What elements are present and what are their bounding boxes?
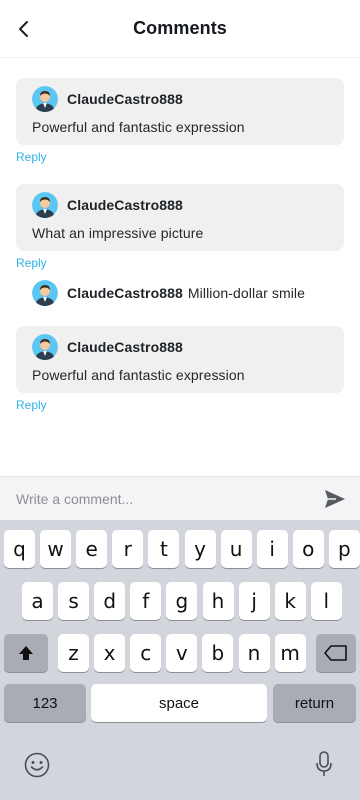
send-icon: [325, 490, 345, 508]
key-h[interactable]: h: [202, 582, 234, 620]
microphone-button[interactable]: [314, 750, 334, 783]
key-k[interactable]: k: [274, 582, 306, 620]
key-o[interactable]: o: [292, 530, 324, 568]
reply-link[interactable]: Reply: [16, 150, 47, 164]
comment-header: ClaudeCastro888: [32, 192, 328, 218]
avatar[interactable]: [32, 280, 58, 306]
key-a[interactable]: a: [22, 582, 53, 620]
key-q[interactable]: q: [4, 530, 35, 568]
shift-icon: [19, 646, 33, 660]
page-title: Comments: [133, 18, 227, 38]
backspace-icon: [324, 645, 347, 661]
comment-text: Powerful and fantastic expression: [32, 367, 245, 383]
microphone-icon: [316, 751, 332, 776]
comment-username[interactable]: ClaudeCastro888: [67, 339, 183, 355]
key-d[interactable]: d: [94, 582, 126, 620]
avatar[interactable]: [32, 334, 58, 360]
key-e[interactable]: e: [76, 530, 108, 568]
key-n[interactable]: n: [238, 634, 270, 672]
key-c[interactable]: c: [130, 634, 162, 672]
key-l[interactable]: l: [310, 582, 342, 620]
key-w[interactable]: w: [40, 530, 72, 568]
numbers-key[interactable]: 123: [4, 684, 86, 722]
key-g[interactable]: g: [166, 582, 198, 620]
comment-header: ClaudeCastro888: [32, 86, 328, 112]
comment-header: ClaudeCastro888: [32, 334, 328, 360]
key-z[interactable]: z: [58, 634, 89, 672]
comment-input[interactable]: [16, 490, 306, 507]
key-i[interactable]: i: [256, 530, 288, 568]
comment-username[interactable]: ClaudeCastro888: [67, 91, 183, 107]
comment-bubble: ClaudeCastro888 Powerful and fantastic e…: [16, 326, 344, 393]
key-f[interactable]: f: [130, 582, 162, 620]
key-t[interactable]: t: [148, 530, 180, 568]
comment-text: What an impressive picture: [32, 225, 204, 241]
emoji-icon: [24, 752, 50, 778]
comment-bubble: ClaudeCastro888 What an impressive pictu…: [16, 184, 344, 251]
reply-link[interactable]: Reply: [16, 256, 47, 270]
avatar[interactable]: [32, 86, 58, 112]
space-key[interactable]: space: [91, 684, 267, 722]
shift-key[interactable]: [4, 634, 48, 672]
comment-text: Powerful and fantastic expression: [32, 119, 245, 135]
comment-compose-bar: [0, 476, 360, 520]
emoji-button[interactable]: [24, 752, 50, 783]
chevron-left-icon: [19, 21, 28, 37]
reply-comment: ClaudeCastro888 Million-dollar smile: [32, 280, 305, 306]
back-button[interactable]: [10, 14, 38, 44]
comment-text: Million-dollar smile: [187, 285, 306, 301]
key-v[interactable]: v: [166, 634, 198, 672]
key-m[interactable]: m: [274, 634, 306, 672]
reply-link[interactable]: Reply: [16, 398, 47, 412]
comment-username[interactable]: ClaudeCastro888: [67, 197, 183, 213]
key-j[interactable]: j: [238, 582, 270, 620]
header: Comments: [0, 0, 360, 58]
key-y[interactable]: y: [184, 530, 216, 568]
key-s[interactable]: s: [58, 582, 90, 620]
backspace-key[interactable]: [316, 634, 356, 672]
return-key[interactable]: return: [273, 684, 356, 722]
key-p[interactable]: p: [328, 530, 360, 568]
key-r[interactable]: r: [112, 530, 144, 568]
avatar[interactable]: [32, 192, 58, 218]
comment-username[interactable]: ClaudeCastro888: [67, 285, 183, 301]
keyboard: qwertyuiop asdfghjkl zxcvbnm 123 space r…: [0, 520, 360, 800]
key-x[interactable]: x: [94, 634, 126, 672]
key-b[interactable]: b: [202, 634, 234, 672]
send-button[interactable]: [324, 489, 346, 509]
comment-bubble: ClaudeCastro888 Powerful and fantastic e…: [16, 78, 344, 145]
key-u[interactable]: u: [220, 530, 252, 568]
